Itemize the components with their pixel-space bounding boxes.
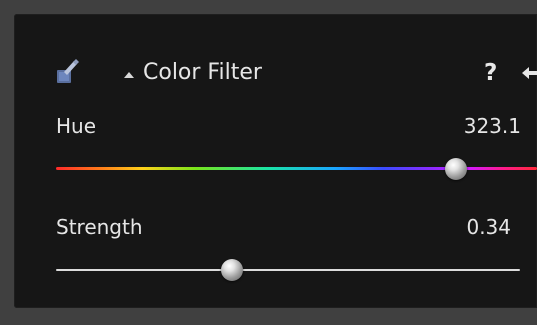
hue-value[interactable]: 323.1 <box>464 114 521 138</box>
brush-icon[interactable] <box>52 58 80 86</box>
reset-arrow-icon[interactable] <box>520 64 537 84</box>
strength-label: Strength <box>56 215 143 239</box>
color-filter-panel: Color Filter ? Hue 323.1 Strength 0.34 <box>14 14 537 308</box>
hue-slider-knob[interactable] <box>445 158 468 180</box>
section-collapse-toggle[interactable]: Color Filter <box>124 60 304 89</box>
panel-title: Color Filter <box>143 60 262 85</box>
window-frame: Color Filter ? Hue 323.1 Strength 0.34 <box>0 0 537 325</box>
hue-label: Hue <box>56 114 97 138</box>
help-icon[interactable]: ? <box>484 59 497 87</box>
triangle-up-icon <box>124 72 134 78</box>
strength-slider-knob[interactable] <box>221 259 244 281</box>
strength-value[interactable]: 0.34 <box>466 215 511 239</box>
strength-slider-track[interactable] <box>56 269 520 271</box>
panel-header: Color Filter ? <box>14 14 537 104</box>
